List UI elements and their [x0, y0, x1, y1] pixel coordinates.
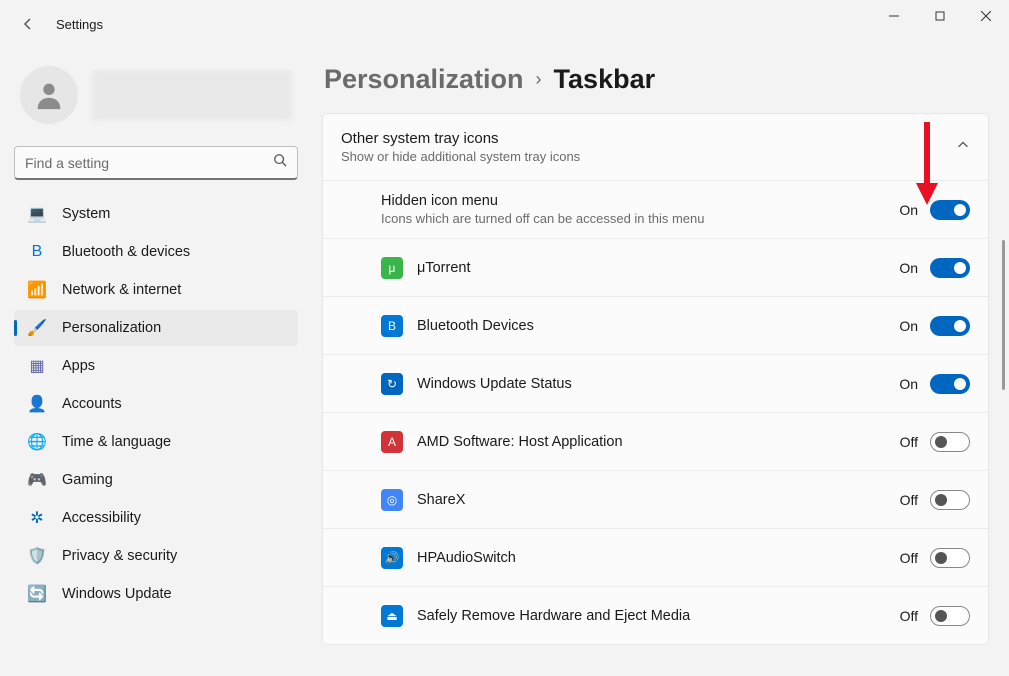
tray-icon-row: ◎ ShareXOff [323, 470, 988, 528]
toggle-state-label: Off [900, 608, 918, 624]
tray-icon-row: μ μTorrentOn [323, 238, 988, 296]
toggle-state-label: On [899, 260, 918, 276]
nav-label: Gaming [62, 472, 113, 488]
search-icon [273, 153, 287, 172]
nav-label: Time & language [62, 434, 171, 450]
toggle-safely-remove-hardware-and-eject-media[interactable] [930, 606, 970, 626]
nav-item-system[interactable]: 💻 System [14, 196, 298, 232]
nav-label: Network & internet [62, 282, 181, 298]
breadcrumb-parent[interactable]: Personalization [324, 64, 524, 95]
toggle-amd-software-host-application[interactable] [930, 432, 970, 452]
nav-item-apps[interactable]: ▦ Apps [14, 348, 298, 384]
nav-icon: 🛡️ [28, 547, 46, 565]
app-icon: B [381, 315, 403, 337]
nav-icon: ▦ [28, 357, 46, 375]
toggle-state-label: On [899, 376, 918, 392]
search-box[interactable] [14, 146, 298, 180]
app-icon: 🔊 [381, 547, 403, 569]
toggle-sharex[interactable] [930, 490, 970, 510]
sidebar: 💻 System B Bluetooth & devices 📶 Network & in… [0, 48, 312, 676]
app-icon: ◎ [381, 489, 403, 511]
nav-item-time-language[interactable]: 🌐 Time & language [14, 424, 298, 460]
row-title: Windows Update Status [417, 376, 899, 392]
tray-icon-row: B Bluetooth DevicesOn [323, 296, 988, 354]
minimize-button[interactable] [871, 0, 917, 32]
toggle-state-label: On [899, 202, 918, 218]
nav-icon: 📶 [28, 281, 46, 299]
breadcrumb-current: Taskbar [554, 64, 656, 95]
app-icon: ⏏ [381, 605, 403, 627]
nav-icon: 🔄 [28, 585, 46, 603]
nav-label: Bluetooth & devices [62, 244, 190, 260]
chevron-right-icon: › [536, 69, 542, 90]
user-profile[interactable] [14, 56, 298, 142]
nav-icon: B [28, 243, 46, 261]
nav-item-bluetooth-devices[interactable]: B Bluetooth & devices [14, 234, 298, 270]
app-icon: A [381, 431, 403, 453]
tray-icon-row: A AMD Software: Host ApplicationOff [323, 412, 988, 470]
maximize-button[interactable] [917, 0, 963, 32]
section-other-tray-icons: Other system tray icons Show or hide add… [322, 113, 989, 645]
back-button[interactable] [16, 12, 40, 36]
nav-item-accessibility[interactable]: ✲ Accessibility [14, 500, 298, 536]
toggle-state-label: Off [900, 550, 918, 566]
app-icon: ↻ [381, 373, 403, 395]
nav-icon: 🌐 [28, 433, 46, 451]
toggle-hidden-icon-menu[interactable] [930, 200, 970, 220]
nav-item-gaming[interactable]: 🎮 Gaming [14, 462, 298, 498]
row-title: AMD Software: Host Application [417, 434, 900, 450]
toggle-state-label: On [899, 318, 918, 334]
row-subtitle: Icons which are turned off can be access… [381, 211, 781, 226]
row-title: μTorrent [417, 260, 899, 276]
nav-icon: 👤 [28, 395, 46, 413]
nav-label: System [62, 206, 110, 222]
main-content: Personalization › Taskbar Other system t… [312, 48, 1009, 676]
section-title: Other system tray icons [341, 130, 956, 147]
row-title: Bluetooth Devices [417, 318, 899, 334]
section-header[interactable]: Other system tray icons Show or hide add… [323, 114, 988, 180]
nav-label: Personalization [62, 320, 161, 336]
nav-label: Windows Update [62, 586, 172, 602]
nav-item-network-internet[interactable]: 📶 Network & internet [14, 272, 298, 308]
scrollbar[interactable] [1002, 240, 1005, 390]
row-title: HPAudioSwitch [417, 550, 900, 566]
tray-icon-row: ↻ Windows Update StatusOn [323, 354, 988, 412]
row-title: ShareX [417, 492, 900, 508]
search-input[interactable] [25, 155, 273, 171]
toggle-state-label: Off [900, 492, 918, 508]
toggle-hpaudioswitch[interactable] [930, 548, 970, 568]
row-title: Hidden icon menu [381, 193, 899, 209]
app-title: Settings [56, 17, 103, 32]
chevron-up-icon [956, 138, 970, 157]
row-hidden-icon-menu: Hidden icon menu Icons which are turned … [323, 180, 988, 238]
nav-icon: ✲ [28, 509, 46, 527]
tray-icon-row: ⏏ Safely Remove Hardware and Eject MediaO… [323, 586, 988, 644]
nav-icon: 💻 [28, 205, 46, 223]
close-button[interactable] [963, 0, 1009, 32]
nav-label: Privacy & security [62, 548, 177, 564]
nav-label: Accounts [62, 396, 122, 412]
avatar [20, 66, 78, 124]
app-icon: μ [381, 257, 403, 279]
nav-icon: 🎮 [28, 471, 46, 489]
row-title: Safely Remove Hardware and Eject Media [417, 608, 900, 624]
nav-item-personalization[interactable]: 🖌️ Personalization [14, 310, 298, 346]
nav-item-accounts[interactable]: 👤 Accounts [14, 386, 298, 422]
section-subtitle: Show or hide additional system tray icon… [341, 149, 956, 164]
toggle-state-label: Off [900, 434, 918, 450]
nav-label: Accessibility [62, 510, 141, 526]
nav-item-privacy-security[interactable]: 🛡️ Privacy & security [14, 538, 298, 574]
user-name-redacted [92, 70, 292, 120]
toggle-bluetooth-devices[interactable] [930, 316, 970, 336]
nav-item-windows-update[interactable]: 🔄 Windows Update [14, 576, 298, 612]
tray-icon-row: 🔊 HPAudioSwitchOff [323, 528, 988, 586]
nav-icon: 🖌️ [28, 319, 46, 337]
toggle--torrent[interactable] [930, 258, 970, 278]
breadcrumb: Personalization › Taskbar [322, 64, 989, 95]
nav-label: Apps [62, 358, 95, 374]
toggle-windows-update-status[interactable] [930, 374, 970, 394]
